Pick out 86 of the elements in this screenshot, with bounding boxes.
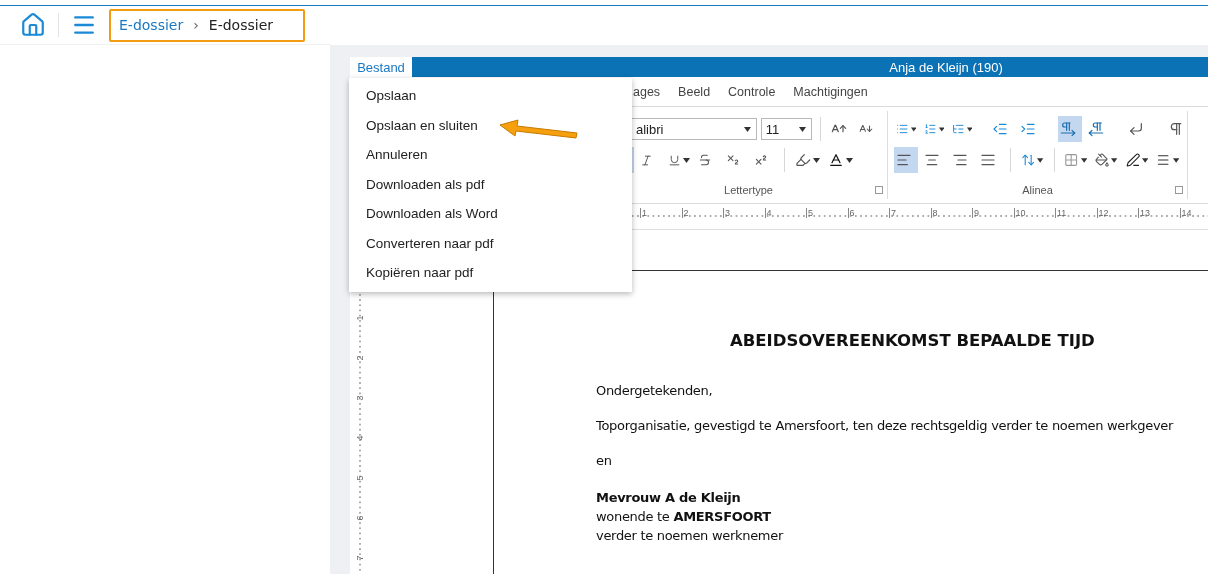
document-title: Anja de Kleijn (190) <box>889 59 1003 75</box>
caret-icon <box>799 126 806 132</box>
caret-icon <box>1037 157 1044 163</box>
ruler-number: 3 <box>723 208 765 218</box>
ruler-number: 9 <box>972 208 1014 218</box>
ruler-number: 6 <box>353 515 366 521</box>
ruler-number: 8 <box>930 208 972 218</box>
ruler-number: 11 <box>1055 208 1097 218</box>
menu-item[interactable]: Annuleren <box>349 140 632 170</box>
ruler-number: 12 <box>1096 208 1138 218</box>
breadcrumb-link[interactable]: E-dossier <box>119 17 184 33</box>
corner-icon <box>1128 121 1144 137</box>
document-heading: ABEIDSOVEREENKOMST BEPAALDE TIJD <box>729 331 1096 350</box>
ruler-number: 6 <box>847 208 889 218</box>
italic-icon <box>640 153 653 167</box>
direction-button[interactable] <box>1058 116 1082 142</box>
menu-item[interactable]: Kopiëren naar pdf <box>349 258 632 288</box>
ruler-number: 2 <box>353 355 366 361</box>
home-button[interactable] <box>20 12 46 38</box>
address-line: verder te noemen werknemer <box>596 527 785 545</box>
ruler-number: 7 <box>889 208 931 218</box>
ruler-number: 13 <box>1138 208 1180 218</box>
ruler-number: 14 <box>1179 208 1208 218</box>
lines-icon <box>1156 152 1171 168</box>
ruler-number: 2 <box>681 208 723 218</box>
align-button[interactable] <box>894 147 918 173</box>
caret-icon <box>1111 157 1118 163</box>
pilcrow-left-icon <box>1088 121 1104 137</box>
paint-bucket-icon <box>1095 152 1110 168</box>
breadcrumb-separator: › <box>193 17 199 33</box>
caret-icon <box>683 157 690 163</box>
highlighter-icon <box>795 152 811 168</box>
address-line: wonende te AMERSFOORT <box>596 508 772 526</box>
ribbon-tab[interactable]: Beeld <box>678 84 711 99</box>
pilcrow-right-icon <box>1060 121 1076 137</box>
line-spacing-icon <box>1020 152 1036 168</box>
caret-icon <box>813 157 820 163</box>
ruler-number: 5 <box>806 208 848 218</box>
ruler-number: 3 <box>353 395 366 401</box>
paragraph: en <box>596 453 613 468</box>
ruler-number: 4 <box>353 435 366 441</box>
dialog-launcher-icon[interactable] <box>1175 186 1183 194</box>
caret-icon <box>1142 157 1149 163</box>
indent-icon <box>1020 121 1036 137</box>
align-left-icon <box>896 152 912 168</box>
group-label: Alinea <box>1022 184 1053 198</box>
dialog-launcher-icon[interactable] <box>875 186 883 194</box>
ribbon-tab[interactable]: Controle <box>728 84 776 99</box>
subscript-icon <box>726 153 740 167</box>
ruler-number: 4 <box>764 208 806 218</box>
ruler-number: 1 <box>353 315 366 321</box>
ruler-number: 7 <box>353 555 366 561</box>
caret-icon <box>846 157 853 163</box>
outdent-icon <box>992 121 1008 137</box>
pen-icon <box>1125 152 1141 168</box>
caret-icon <box>1080 157 1088 163</box>
ribbon-tab[interactable]: ages <box>633 84 661 99</box>
caret-icon <box>1172 157 1179 163</box>
caret-icon <box>938 126 944 132</box>
caret-icon <box>910 126 916 132</box>
align-right-icon <box>952 152 968 168</box>
menu-item[interactable]: Converteren naar pdf <box>349 228 632 258</box>
menu-item[interactable]: Opslaan <box>349 81 632 111</box>
pilcrow-icon <box>1168 121 1184 137</box>
strikethrough-icon <box>698 153 712 167</box>
ruler-number: 5 <box>353 475 366 481</box>
caret-icon <box>743 126 751 132</box>
ruler-number: 1 <box>640 208 682 218</box>
paragraph: Ondergetekenden, <box>596 383 714 398</box>
group-label: Lettertype <box>724 184 773 198</box>
font-size-select[interactable]: 11 <box>760 118 812 140</box>
paragraph: Toporganisatie, gevestigd te Amersfoort, ten deze rechtsgeldig verder te noemen werkgever <box>596 418 1175 433</box>
align-center-icon <box>924 152 940 168</box>
menu-item[interactable]: Downloaden als Word <box>349 199 632 229</box>
numbered-list-icon <box>924 121 937 137</box>
breadcrumb-current: E-dossier <box>208 17 273 33</box>
underline-icon <box>668 153 681 167</box>
font-color-icon <box>828 152 844 168</box>
address-line: Mevrouw A de Kleijn <box>596 489 742 507</box>
caret-icon <box>966 126 972 132</box>
ruler-number: 10 <box>1013 208 1055 218</box>
menu-item[interactable]: Downloaden als pdf <box>349 169 632 199</box>
ribbon-tab[interactable]: Machtigingen <box>793 84 868 99</box>
superscript-icon <box>754 153 768 167</box>
align-justify-icon <box>980 152 996 168</box>
grid-icon <box>1064 152 1079 168</box>
